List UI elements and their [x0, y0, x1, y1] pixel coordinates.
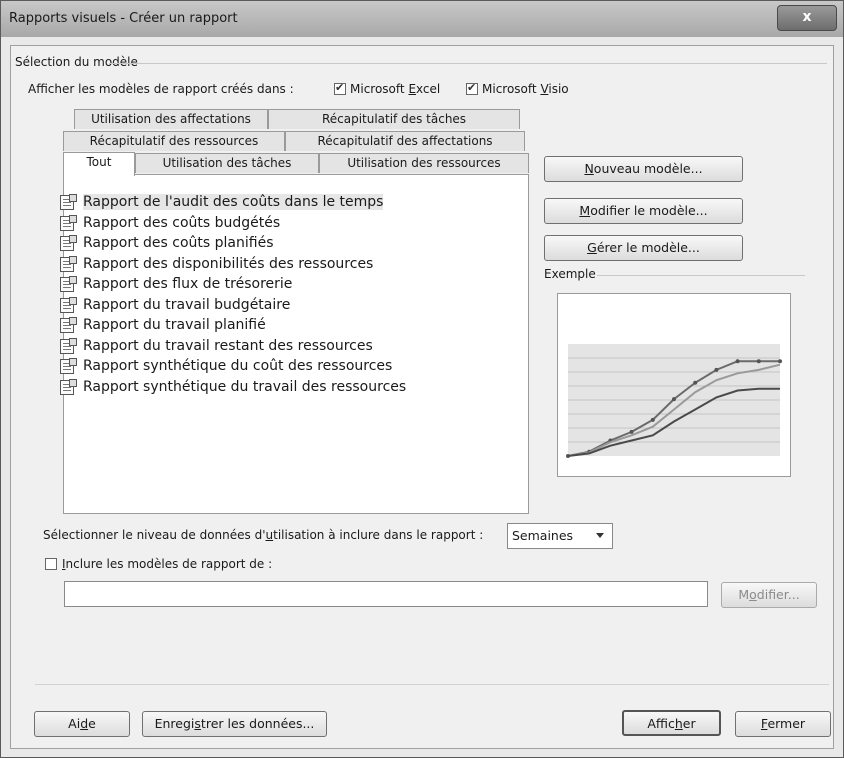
- excel-report-icon: [60, 276, 77, 292]
- report-list-item[interactable]: Rapport du travail planifié: [56, 315, 406, 336]
- data-point: [778, 359, 782, 364]
- excel-report-icon: [60, 255, 77, 272]
- modify-path-button[interactable]: Modifier...: [721, 582, 817, 608]
- data-point: [629, 429, 634, 434]
- data-point: [650, 417, 655, 422]
- data-point: [693, 380, 698, 385]
- report-list-item[interactable]: Rapport du travail restant des ressource…: [56, 336, 406, 357]
- window-title: Rapports visuels - Créer un rapport: [9, 11, 238, 26]
- tab-resource-usage[interactable]: Utilisation des ressources: [319, 153, 529, 173]
- example-preview: [557, 293, 791, 477]
- usage-level-label: Sélectionner le niveau de données d'util…: [43, 528, 484, 542]
- dialog-window: Rapports visuels - Créer un rapport x Sé…: [0, 0, 844, 758]
- close-window-button[interactable]: x: [777, 5, 837, 31]
- report-name: Rapport du travail budgétaire: [83, 296, 291, 313]
- excel-checkbox[interactable]: [334, 81, 346, 95]
- title-bar[interactable]: Rapports visuels - Créer un rapport x: [1, 1, 843, 37]
- tab-resource-summary[interactable]: Récapitulatif des ressources: [63, 131, 285, 151]
- report-list-item[interactable]: Rapport de l'audit des coûts dans le tem…: [56, 192, 406, 213]
- show-button[interactable]: Afficher: [622, 710, 721, 736]
- new-template-button[interactable]: Nouveau modèle...: [544, 156, 743, 182]
- report-name: Rapport de l'audit des coûts dans le tem…: [83, 194, 384, 210]
- report-name: Rapport synthétique du travail des resso…: [83, 378, 407, 395]
- tab-all[interactable]: Tout: [63, 152, 135, 176]
- report-list-item[interactable]: Rapport des disponibilités des ressource…: [56, 254, 406, 275]
- report-name: Rapport des disponibilités des ressource…: [83, 255, 374, 272]
- excel-report-icon: [60, 194, 77, 210]
- report-name: Rapport du travail planifié: [83, 317, 266, 333]
- chevron-down-icon: [596, 533, 604, 538]
- tab-task-summary[interactable]: Récapitulatif des tâches: [268, 109, 520, 129]
- report-list-item[interactable]: Rapport synthétique du coût des ressourc…: [56, 356, 406, 377]
- excel-report-icon: [60, 296, 77, 313]
- excel-report-icon: [60, 214, 77, 231]
- excel-report-icon: [60, 358, 77, 374]
- template-group-label: Sélection du modèle: [15, 55, 138, 69]
- footer-divider: [35, 684, 829, 685]
- show-templates-label: Afficher les modèles de rapport créés da…: [28, 82, 294, 96]
- report-list-item[interactable]: Rapport des coûts planifiés: [56, 233, 406, 254]
- include-templates-checkbox[interactable]: [45, 558, 57, 570]
- excel-report-icon: [60, 317, 77, 333]
- report-name: Rapport synthétique du coût des ressourc…: [83, 358, 393, 374]
- templates-path-field[interactable]: [64, 581, 708, 607]
- visio-label[interactable]: Microsoft Visio: [482, 82, 569, 96]
- usage-level-select[interactable]: Semaines: [507, 523, 613, 549]
- edit-template-button[interactable]: Modifier le modèle...: [544, 198, 743, 224]
- group-divider: [109, 63, 827, 64]
- example-divider: [597, 275, 805, 276]
- tab-assignment-summary[interactable]: Récapitulatif des affectations: [285, 131, 525, 151]
- report-list: Rapport de l'audit des coûts dans le tem…: [56, 192, 406, 397]
- data-point: [714, 367, 719, 372]
- excel-report-icon: [60, 235, 77, 251]
- report-list-item[interactable]: Rapport synthétique du travail des resso…: [56, 377, 406, 398]
- usage-level-value: Semaines: [512, 528, 574, 543]
- data-point: [756, 359, 761, 364]
- report-name: Rapport des coûts planifiés: [83, 235, 274, 251]
- help-button[interactable]: Aide: [34, 711, 130, 737]
- report-name: Rapport du travail restant des ressource…: [83, 337, 373, 354]
- data-point: [735, 359, 740, 364]
- example-label: Exemple: [544, 267, 596, 281]
- include-templates-label[interactable]: Inclure les modèles de rapport de :: [62, 557, 272, 571]
- report-name: Rapport des coûts budgétés: [83, 214, 281, 231]
- excel-label[interactable]: Microsoft Excel: [350, 82, 440, 96]
- visio-checkbox[interactable]: [466, 81, 478, 95]
- report-list-item[interactable]: Rapport du travail budgétaire: [56, 295, 406, 316]
- excel-report-icon: [60, 337, 77, 354]
- save-data-button[interactable]: Enregistrer les données...: [142, 711, 327, 737]
- report-name: Rapport des flux de trésorerie: [83, 276, 293, 292]
- tab-task-usage[interactable]: Utilisation des tâches: [135, 153, 319, 173]
- example-chart: [566, 344, 782, 458]
- report-list-item[interactable]: Rapport des flux de trésorerie: [56, 274, 406, 295]
- tab-assignment-usage[interactable]: Utilisation des affectations: [74, 109, 268, 129]
- excel-report-icon: [60, 378, 77, 395]
- report-list-item[interactable]: Rapport des coûts budgétés: [56, 213, 406, 234]
- manage-template-button[interactable]: Gérer le modèle...: [544, 235, 743, 261]
- data-point: [672, 397, 676, 402]
- close-button[interactable]: Fermer: [735, 711, 831, 737]
